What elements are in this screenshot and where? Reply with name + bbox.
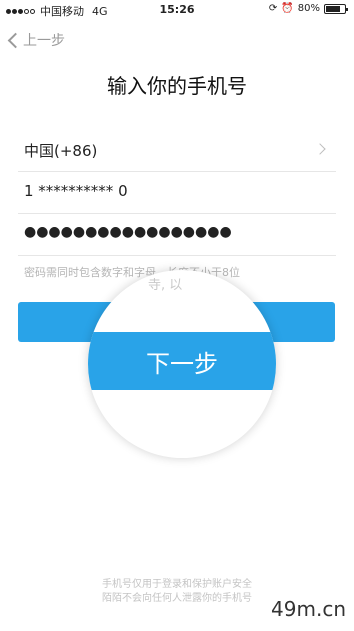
alarm-icon: ⏰ [281,3,294,14]
status-right: ⟳ ⏰ 80% [265,3,348,14]
back-label: 上一步 [23,33,65,49]
battery-percent: 80% [297,3,320,14]
status-bar: 中国移动 4G 15:26 ⟳ ⏰ 80% [0,0,354,20]
magnified-hint-text: 寺, 以 [148,278,183,293]
page-title: 输入你的手机号 [107,74,247,98]
next-button-label: 下一步 [146,349,218,378]
privacy-notice-line1: 手机号仅用于登录和保护账户安全 [102,579,252,590]
magnifier-overlay: 寺, 以 下一步 [88,270,276,458]
watermark: 49m.cn [271,597,346,621]
country-code-label: 中国(+86) [24,142,98,160]
back-button[interactable]: 上一步 [6,30,65,50]
phone-number-field[interactable]: 1 ********** 0 [0,170,354,214]
password-value: ●●●●●●●●●●●●●●●●● [24,224,232,240]
orientation-lock-icon: ⟳ [268,3,278,14]
divider [18,255,336,256]
country-code-selector[interactable]: 中国(+86) [0,128,354,172]
battery-icon [324,3,348,14]
back-chevron-icon [7,32,24,48]
password-field[interactable]: ●●●●●●●●●●●●●●●●● [0,212,354,256]
chevron-right-icon [314,143,326,155]
next-button-magnified[interactable]: 下一步 [88,332,276,390]
phone-number-value: 1 ********** 0 [24,182,128,200]
